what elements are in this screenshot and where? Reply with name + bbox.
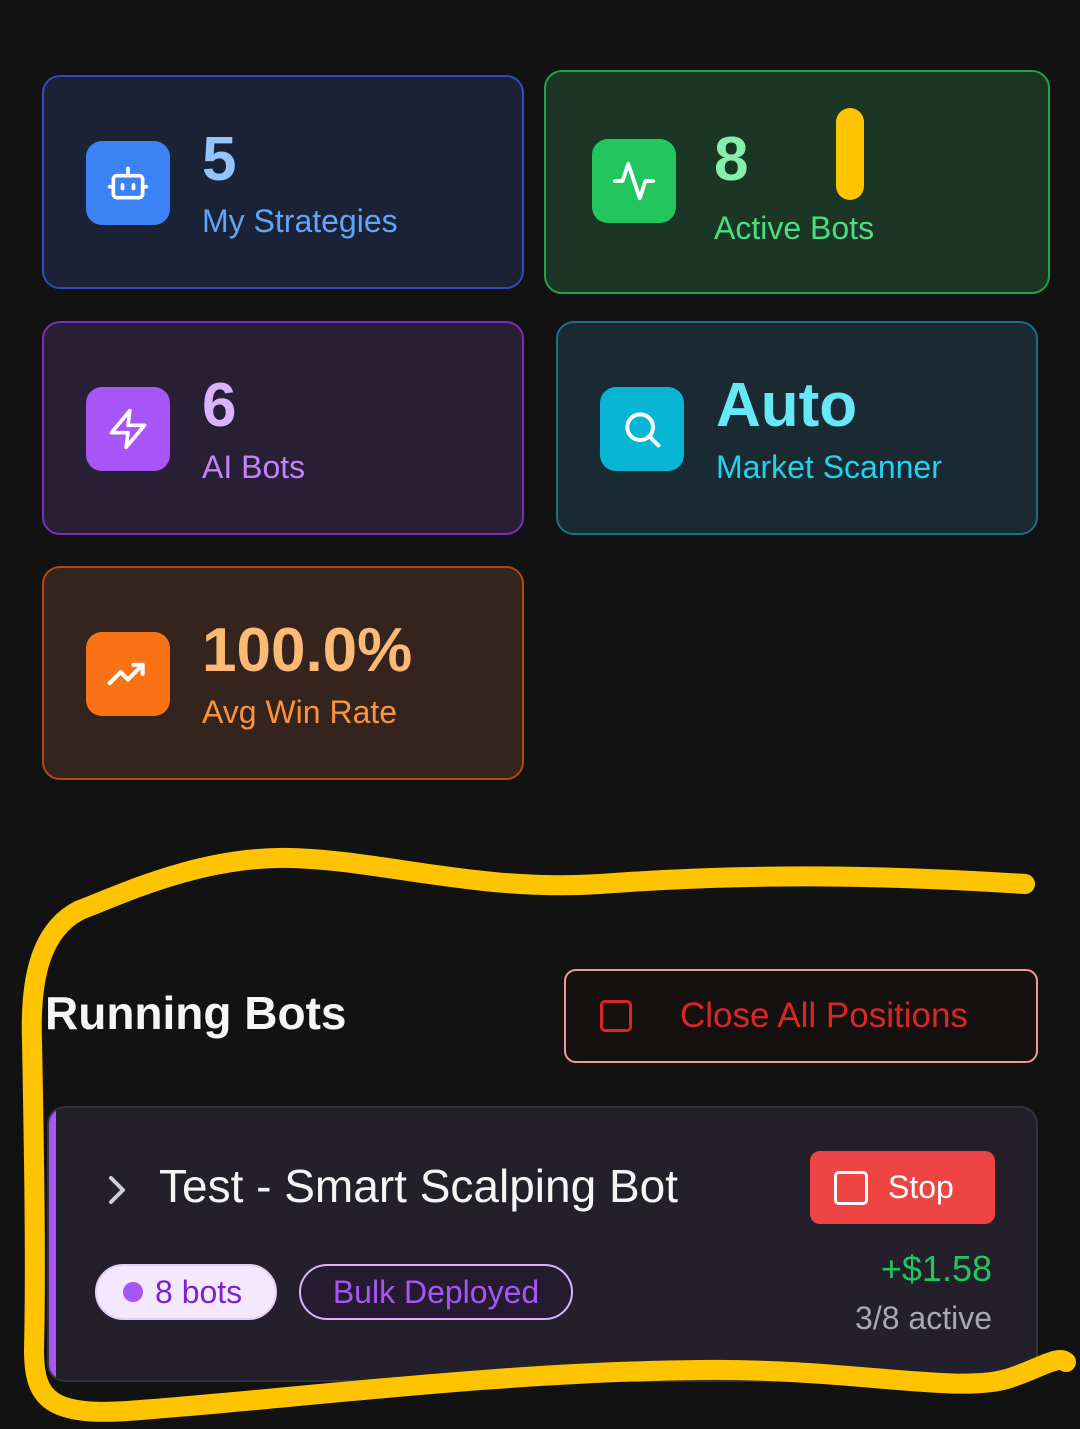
- close-all-positions-button[interactable]: Close All Positions: [564, 969, 1038, 1063]
- stat-card-strategies[interactable]: 5 My Strategies: [42, 75, 524, 289]
- stat-card-win-rate[interactable]: 100.0% Avg Win Rate: [42, 566, 524, 780]
- stat-card-active-bots[interactable]: 8 Active Bots: [544, 70, 1050, 294]
- active-bots-label: Active Bots: [714, 210, 875, 246]
- win-rate-label: Avg Win Rate: [202, 694, 398, 730]
- deploy-type-text: Bulk Deployed: [332, 1273, 540, 1310]
- trending-up-icon: [86, 632, 170, 716]
- card-accent-bar: [49, 1108, 56, 1380]
- strategies-count: 5: [202, 125, 237, 194]
- close-all-label: Close All Positions: [680, 996, 968, 1035]
- scanner-mode: Auto: [716, 371, 858, 440]
- active-bots-count: 8: [714, 125, 749, 194]
- running-bots-heading: Running Bots: [45, 987, 347, 1039]
- stat-card-ai-bots[interactable]: 6 AI Bots: [42, 321, 524, 535]
- robot-icon: [86, 141, 170, 225]
- stop-label: Stop: [888, 1169, 954, 1205]
- bot-name: Test - Smart Scalping Bot: [159, 1160, 678, 1212]
- bot-group-card[interactable]: Test - Smart Scalping Bot Stop 8 bots Bu…: [47, 1106, 1038, 1382]
- deploy-type-badge: Bulk Deployed: [299, 1264, 573, 1320]
- status-dot-icon: [123, 1282, 143, 1302]
- win-rate-value: 100.0%: [202, 616, 413, 685]
- stat-card-market-scanner[interactable]: Auto Market Scanner: [556, 321, 1038, 535]
- scanner-label: Market Scanner: [716, 449, 942, 485]
- search-icon: [600, 387, 684, 471]
- bot-count-text: 8 bots: [155, 1273, 243, 1310]
- stop-button[interactable]: Stop: [810, 1151, 995, 1224]
- ai-bots-count: 6: [202, 371, 237, 440]
- strategies-label: My Strategies: [202, 203, 398, 239]
- active-count: 3/8 active: [855, 1300, 992, 1336]
- bot-count-badge: 8 bots: [95, 1264, 277, 1320]
- activity-icon: [592, 139, 676, 223]
- ai-bots-label: AI Bots: [202, 449, 306, 485]
- lightning-icon: [86, 387, 170, 471]
- stop-square-icon: [600, 1000, 632, 1032]
- pnl-value: +$1.58: [880, 1248, 992, 1289]
- stop-square-icon: [834, 1170, 868, 1205]
- chevron-right-icon[interactable]: [105, 1172, 129, 1213]
